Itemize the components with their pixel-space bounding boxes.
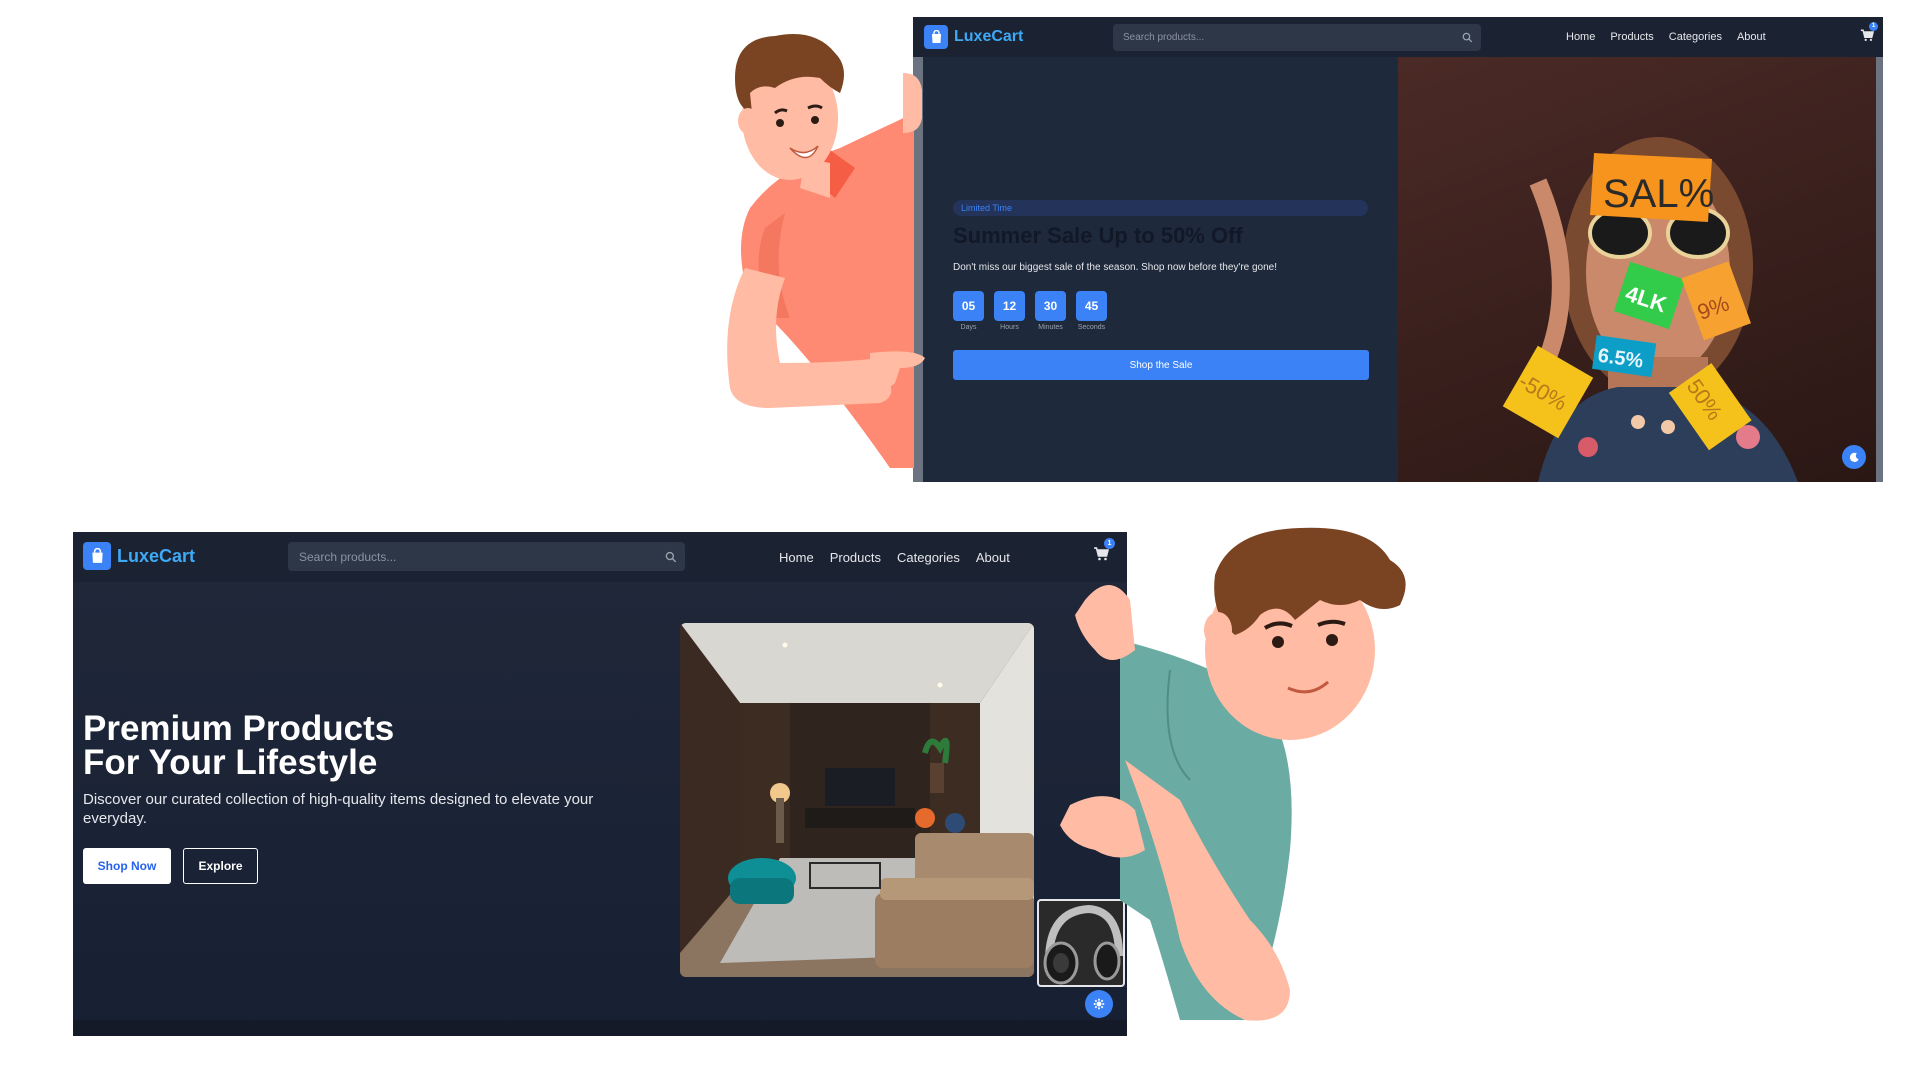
countdown-value: 12 bbox=[994, 291, 1025, 321]
top-sale-screenshot: LuxeCart Home Products Categories About … bbox=[913, 17, 1883, 482]
hero-title-line1: Premium Products bbox=[83, 709, 395, 748]
sale-title: Summer Sale Up to 50% Off bbox=[953, 223, 1243, 248]
bottom-navbar: LuxeCart Home Products Categories About … bbox=[73, 532, 1127, 582]
nav-links: Home Products Categories About bbox=[1566, 31, 1766, 43]
search-bar[interactable] bbox=[1113, 24, 1481, 51]
search-icon[interactable] bbox=[1462, 32, 1473, 43]
countdown-label: Hours bbox=[1000, 324, 1019, 331]
brand-name: LuxeCart bbox=[117, 545, 196, 566]
countdown-label: Seconds bbox=[1077, 324, 1106, 331]
nav-products[interactable]: Products bbox=[1610, 31, 1653, 43]
shopping-bag-icon bbox=[83, 542, 111, 570]
nav-categories[interactable]: Categories bbox=[1669, 31, 1722, 43]
countdown-seconds: 45 Seconds bbox=[1076, 291, 1107, 331]
hero-bottom-strip bbox=[73, 1020, 1127, 1036]
countdown-days: 05 Days bbox=[953, 291, 984, 331]
nav-links: Home Products Categories About bbox=[779, 550, 1010, 565]
tag-sal: SAL% bbox=[1603, 172, 1714, 216]
peeking-man-illustration-top bbox=[727, 34, 925, 468]
search-input[interactable] bbox=[299, 549, 666, 564]
living-room-illustration bbox=[680, 623, 1034, 977]
sale-subtitle: Don't miss our biggest sale of the seaso… bbox=[953, 262, 1278, 273]
top-navbar: LuxeCart Home Products Categories About … bbox=[913, 17, 1883, 57]
search-input[interactable] bbox=[1123, 32, 1463, 43]
hero-subtitle: Discover our curated collection of high-… bbox=[83, 791, 594, 827]
nav-home[interactable]: Home bbox=[779, 550, 814, 565]
countdown-hours: 12 Hours bbox=[994, 291, 1025, 331]
moon-icon bbox=[1849, 452, 1859, 462]
search-icon[interactable] bbox=[665, 551, 677, 563]
nav-products[interactable]: Products bbox=[830, 550, 881, 565]
countdown-timer: 05 Days 12 Hours 30 Minutes 45 Seconds bbox=[953, 291, 1107, 331]
explore-button[interactable]: Explore bbox=[183, 848, 258, 884]
right-edge-strip bbox=[1876, 57, 1883, 482]
bottom-hero-screenshot: LuxeCart Home Products Categories About … bbox=[73, 532, 1127, 1036]
composite-canvas: LuxeCart Home Products Categories About … bbox=[0, 0, 1920, 1080]
cart-button[interactable]: 1 bbox=[1860, 22, 1878, 47]
search-bar[interactable] bbox=[288, 542, 685, 571]
countdown-value: 30 bbox=[1035, 291, 1066, 321]
countdown-minutes: 30 Minutes bbox=[1035, 291, 1066, 331]
cart-count-badge: 1 bbox=[1869, 22, 1878, 31]
peeking-man-illustration-bottom bbox=[1060, 527, 1406, 1021]
countdown-label: Days bbox=[960, 324, 977, 331]
living-room-image bbox=[680, 623, 1034, 977]
nav-about[interactable]: About bbox=[1737, 31, 1766, 43]
countdown-value: 05 bbox=[953, 291, 984, 321]
sale-fashion-photo: SAL% 4LK 9% -50% 6.5% 50% bbox=[1398, 57, 1876, 482]
shop-now-button[interactable]: Shop Now bbox=[83, 848, 171, 884]
countdown-value: 45 bbox=[1076, 291, 1107, 321]
hero-title: Premium Products For Your Lifestyle bbox=[83, 709, 395, 782]
nav-home[interactable]: Home bbox=[1566, 31, 1595, 43]
countdown-label: Minutes bbox=[1038, 324, 1063, 331]
hero-title-line2: For Your Lifestyle bbox=[83, 743, 378, 782]
theme-toggle-button[interactable] bbox=[1842, 445, 1866, 469]
shop-the-sale-button[interactable]: Shop the Sale bbox=[953, 350, 1369, 380]
limited-time-badge: Limited Time bbox=[953, 200, 1368, 216]
nav-categories[interactable]: Categories bbox=[897, 550, 960, 565]
bottom-logo[interactable]: LuxeCart bbox=[83, 542, 195, 570]
nav-about[interactable]: About bbox=[976, 550, 1010, 565]
brand-name: LuxeCart bbox=[954, 28, 1024, 45]
sale-photo-illustration: SAL% 4LK 9% -50% 6.5% 50% bbox=[1502, 137, 1798, 482]
